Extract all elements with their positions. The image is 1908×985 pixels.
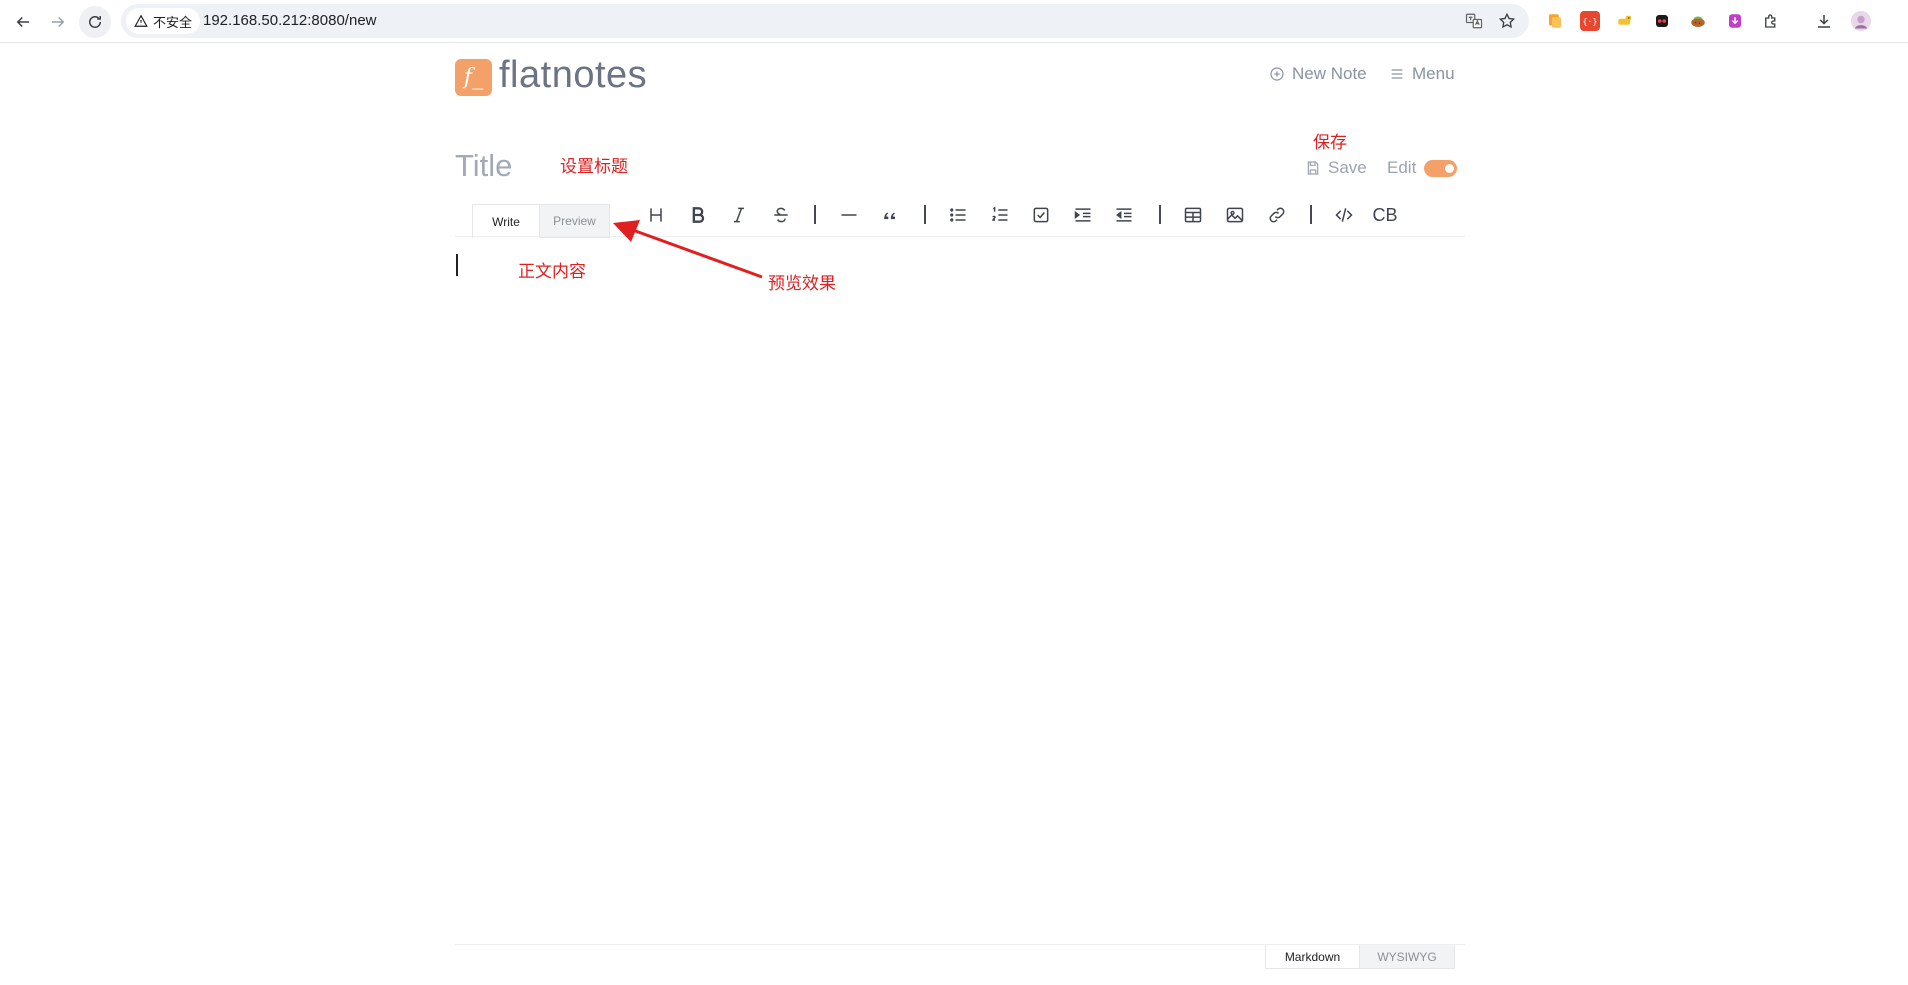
link-icon bbox=[1269, 207, 1285, 223]
svg-text:{·}: {·} bbox=[1583, 16, 1598, 26]
strikethrough-icon bbox=[774, 207, 788, 223]
downloads-icon[interactable] bbox=[1814, 11, 1834, 31]
profile-avatar[interactable] bbox=[1851, 11, 1871, 31]
image-icon bbox=[1226, 207, 1244, 223]
annotation-preview: 预览效果 bbox=[768, 274, 836, 294]
mode-wysiwyg-label: WYSIWYG bbox=[1377, 949, 1437, 964]
extension-cookie-icon[interactable] bbox=[1688, 11, 1708, 31]
new-note-label: New Note bbox=[1292, 64, 1367, 83]
translate-icon[interactable] bbox=[1464, 11, 1484, 31]
edit-label: Edit bbox=[1387, 158, 1417, 177]
hamburger-menu-icon bbox=[1391, 69, 1403, 79]
extensions-puzzle-icon[interactable] bbox=[1761, 11, 1781, 31]
reload-button[interactable] bbox=[79, 6, 111, 38]
mode-markdown-label: Markdown bbox=[1284, 949, 1341, 964]
annotation-title: 设置标题 bbox=[560, 157, 628, 177]
extension-download-helper-icon[interactable] bbox=[1725, 11, 1745, 31]
task-list-icon bbox=[1033, 207, 1049, 223]
toggle-knob bbox=[1445, 164, 1454, 173]
bullet-list-button[interactable] bbox=[944, 203, 972, 227]
extension-pet-icon[interactable] bbox=[1615, 11, 1635, 31]
tab-write-label: Write bbox=[492, 214, 520, 229]
toolbar-divider bbox=[924, 205, 926, 224]
indent-icon bbox=[1074, 208, 1091, 222]
mode-markdown[interactable]: Markdown bbox=[1265, 945, 1360, 969]
security-chip[interactable]: 不安全 bbox=[126, 8, 201, 34]
app-name[interactable]: flatnotes bbox=[499, 54, 647, 97]
task-list-button[interactable] bbox=[1027, 203, 1055, 227]
annotation-save: 保存 bbox=[1313, 133, 1347, 153]
strikethrough-button[interactable] bbox=[767, 203, 795, 227]
menu-label: Menu bbox=[1412, 64, 1455, 83]
menu-button[interactable]: Menu bbox=[1389, 64, 1455, 84]
browser-toolbar: 不安全 192.168.50.212:8080/new {·} bbox=[0, 0, 1908, 43]
security-label: 不安全 bbox=[153, 14, 193, 30]
bookmark-star-icon[interactable] bbox=[1497, 11, 1517, 31]
code-block-button[interactable]: CB bbox=[1371, 203, 1399, 227]
extension-ghost-icon[interactable] bbox=[1652, 11, 1672, 31]
url-text[interactable]: 192.168.50.212:8080/new bbox=[203, 12, 377, 29]
ordered-list-icon bbox=[992, 206, 1008, 221]
code-button[interactable] bbox=[1330, 203, 1358, 227]
address-bar[interactable]: 不安全 192.168.50.212:8080/new bbox=[121, 4, 1529, 38]
forward-arrow-icon bbox=[52, 16, 65, 28]
code-block-label: CB bbox=[1372, 204, 1398, 225]
toolbar-divider bbox=[814, 205, 816, 224]
toolbar-divider bbox=[1310, 205, 1312, 224]
horizontal-rule-button[interactable] bbox=[835, 203, 863, 227]
horizontal-rule-icon bbox=[841, 214, 857, 216]
extension-json-icon[interactable]: {·} bbox=[1580, 11, 1600, 31]
new-note-button[interactable]: New Note bbox=[1269, 64, 1367, 84]
link-button[interactable] bbox=[1263, 203, 1291, 227]
warning-triangle-icon bbox=[134, 14, 148, 27]
floppy-disk-icon bbox=[1307, 161, 1319, 175]
back-arrow-icon bbox=[16, 16, 29, 28]
table-button[interactable] bbox=[1179, 203, 1207, 227]
quote-button[interactable] bbox=[876, 203, 904, 227]
back-button[interactable] bbox=[7, 6, 39, 38]
save-label: Save bbox=[1328, 158, 1367, 177]
mode-wysiwyg[interactable]: WYSIWYG bbox=[1360, 945, 1455, 969]
forward-button[interactable] bbox=[42, 6, 74, 38]
outdent-button[interactable] bbox=[1110, 203, 1138, 227]
reload-icon bbox=[89, 16, 101, 28]
indent-button[interactable] bbox=[1069, 203, 1097, 227]
table-icon bbox=[1184, 207, 1202, 223]
save-button[interactable]: Save bbox=[1305, 158, 1367, 178]
bullet-list-icon bbox=[950, 208, 966, 222]
editor-body[interactable] bbox=[455, 240, 1465, 940]
app-logo[interactable]: f_ bbox=[455, 59, 492, 96]
extension-copy-icon[interactable] bbox=[1545, 11, 1565, 31]
edit-toggle[interactable] bbox=[1424, 160, 1457, 177]
toolbar-divider bbox=[1159, 205, 1161, 224]
code-icon bbox=[1335, 208, 1353, 222]
annotation-body: 正文内容 bbox=[518, 262, 586, 282]
image-button[interactable] bbox=[1221, 203, 1249, 227]
logo-glyph: f_ bbox=[463, 65, 484, 90]
quote-icon bbox=[884, 212, 895, 220]
annotation-arrow-icon bbox=[613, 220, 763, 279]
ordered-list-button[interactable] bbox=[986, 203, 1014, 227]
tab-preview-label: Preview bbox=[553, 214, 596, 228]
text-cursor bbox=[456, 254, 458, 276]
plus-circle-icon bbox=[1270, 67, 1284, 81]
tab-write[interactable]: Write bbox=[472, 204, 540, 238]
outdent-icon bbox=[1116, 208, 1132, 222]
title-input[interactable]: Title bbox=[455, 148, 512, 184]
